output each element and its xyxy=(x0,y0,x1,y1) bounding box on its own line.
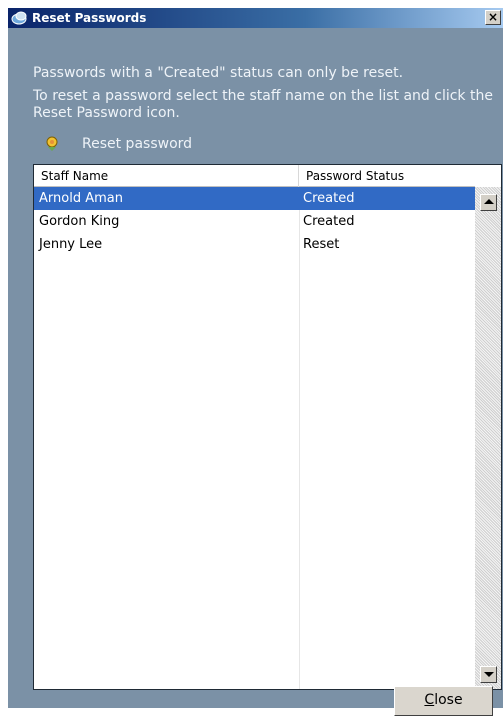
list-header: Staff Name Password Status xyxy=(34,165,475,187)
title-bar: Reset Passwords × xyxy=(8,8,503,28)
reset-password-label: Reset password xyxy=(82,136,193,152)
close-button[interactable]: Close xyxy=(394,686,493,716)
table-row[interactable]: Gordon King Created xyxy=(34,210,475,233)
password-status-cell: Created xyxy=(303,191,355,206)
column-header-password-status[interactable]: Password Status xyxy=(299,165,475,187)
column-header-staff-name[interactable]: Staff Name xyxy=(34,165,299,187)
column-divider xyxy=(299,187,300,689)
staff-name-cell: Arnold Aman xyxy=(39,191,123,206)
reset-password-icon xyxy=(46,136,58,151)
info-message-status: Passwords with a "Created" status can on… xyxy=(33,65,404,81)
scroll-down-button[interactable] xyxy=(480,666,497,683)
scroll-down-arrow-icon xyxy=(484,672,494,677)
close-button-mnemonic: C xyxy=(424,692,435,708)
staff-name-cell: Jenny Lee xyxy=(39,237,103,252)
password-status-cell: Created xyxy=(303,214,355,229)
table-row[interactable]: Jenny Lee Reset xyxy=(34,233,475,256)
reset-passwords-app-icon xyxy=(11,11,27,25)
reset-passwords-dialog: Reset Passwords × Passwords with a "Crea… xyxy=(8,8,503,716)
staff-password-list[interactable]: Staff Name Password Status Arnold Aman C… xyxy=(33,164,502,690)
scroll-up-arrow-icon xyxy=(484,199,494,204)
window-close-button[interactable]: × xyxy=(485,10,501,25)
info-message-instructions: To reset a password select the staff nam… xyxy=(33,88,493,121)
table-row[interactable]: Arnold Aman Created xyxy=(34,187,475,210)
password-status-cell: Reset xyxy=(303,237,340,252)
header-corner xyxy=(475,165,501,187)
vertical-scrollbar[interactable] xyxy=(475,187,501,689)
window-title: Reset Passwords xyxy=(32,11,147,25)
reset-password-button[interactable]: Reset password xyxy=(45,134,192,154)
scroll-up-button[interactable] xyxy=(480,194,497,211)
close-button-label: lose xyxy=(434,692,463,708)
staff-name-cell: Gordon King xyxy=(39,214,120,229)
